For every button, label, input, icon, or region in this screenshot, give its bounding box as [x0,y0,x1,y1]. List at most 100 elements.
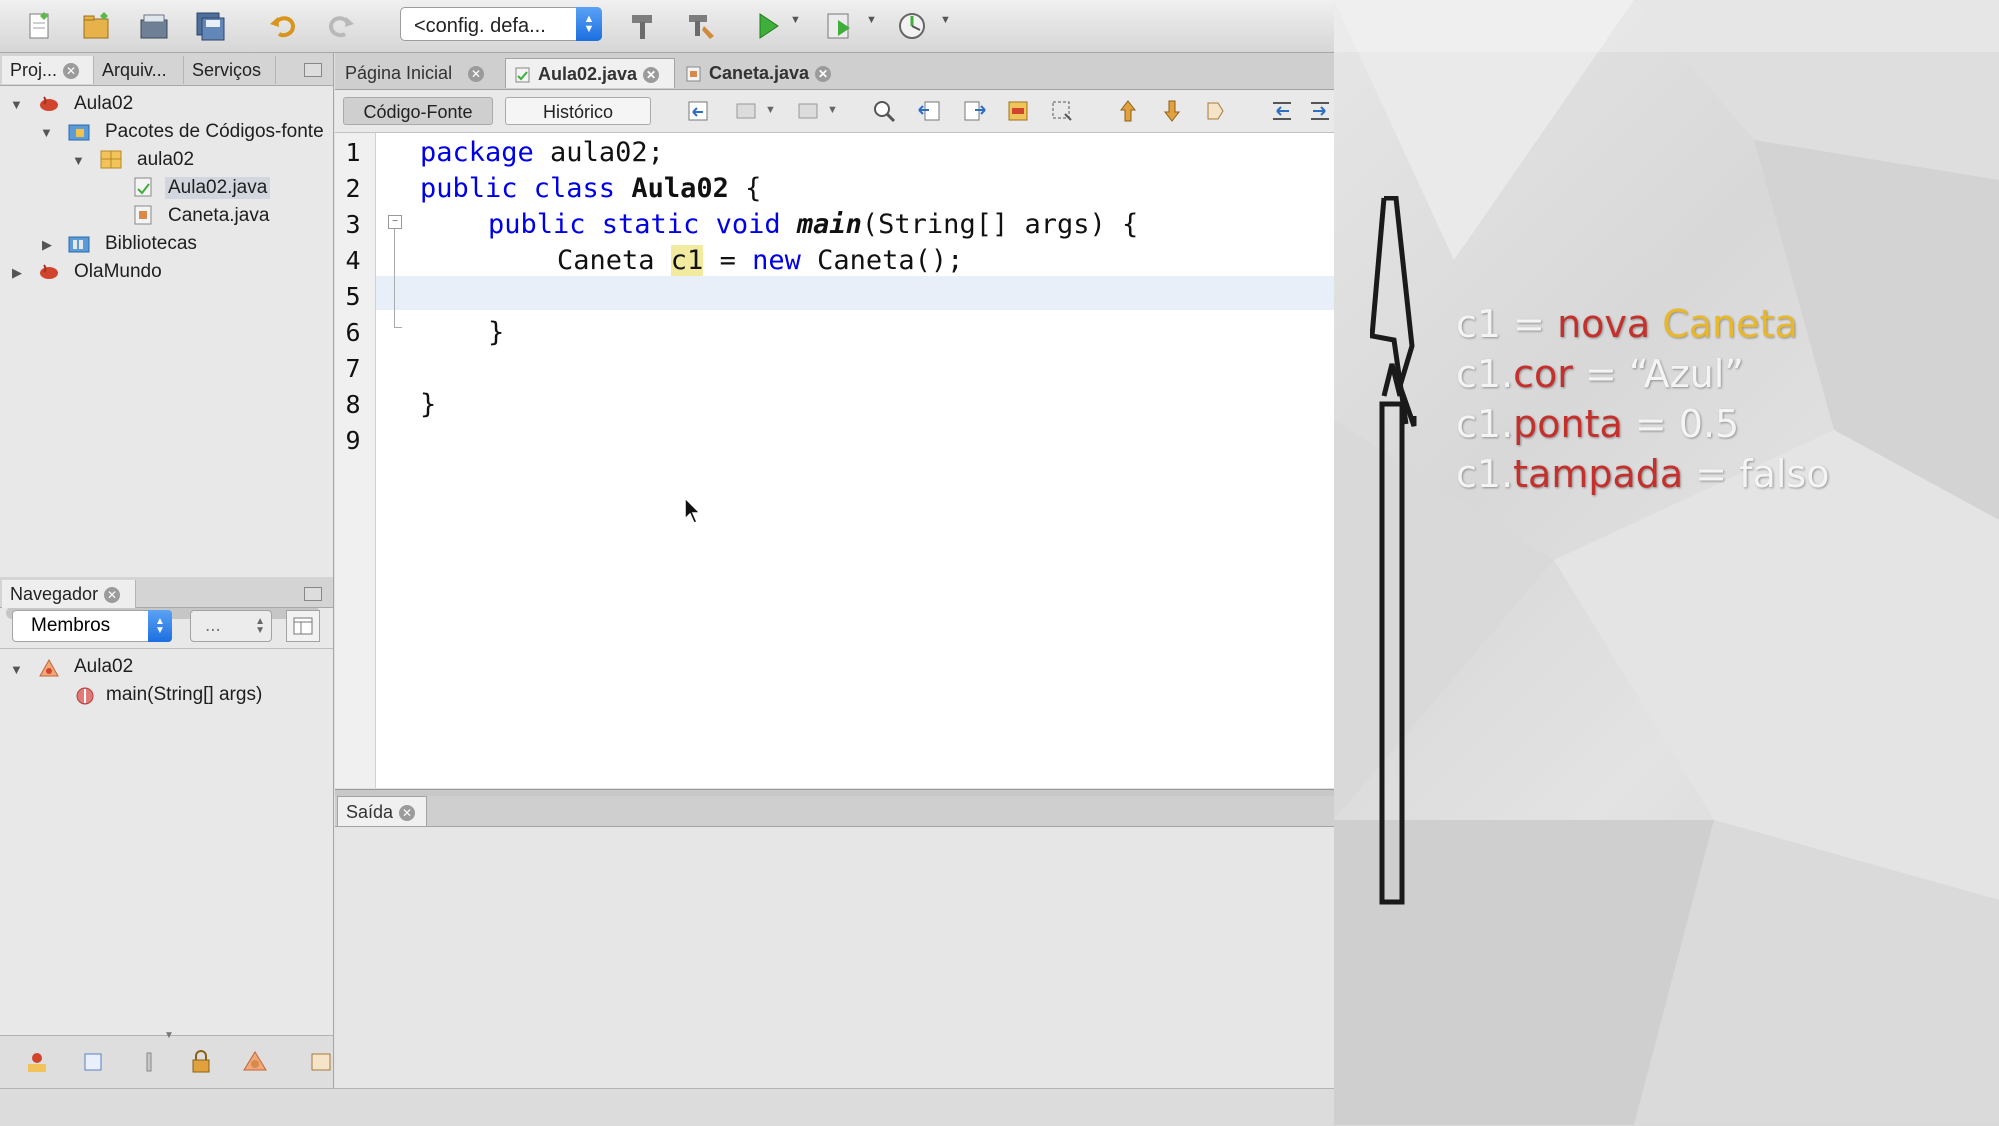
tree-item-libraries[interactable]: Bibliotecas [105,233,197,255]
collapse-triangle-icon[interactable]: ▶ [42,237,52,253]
close-icon[interactable]: ✕ [63,63,80,80]
line-number: 8 [345,390,361,419]
static-members-icon[interactable] [136,1050,162,1074]
slide-attribute: cor [1513,352,1573,396]
output-panel [335,827,1334,1088]
code-editor[interactable]: 1 2 3 4 5 6 7 8 9 − package aula02; publ… [335,133,1334,788]
back-icon[interactable] [733,98,759,124]
java-file-icon [515,67,530,83]
tab-start-page[interactable]: Página Inicial ✕ [337,58,503,88]
tab-services[interactable]: Serviços [184,56,276,84]
next-bookmark-icon[interactable] [1159,98,1185,124]
close-icon[interactable]: ✕ [643,67,660,84]
profile-dropdown-icon[interactable]: ▼ [940,14,951,26]
java-project-icon [40,96,58,111]
save-all-icon[interactable] [192,8,228,44]
shift-left-icon[interactable] [1269,98,1295,124]
code-brace: } [488,317,505,348]
tab-aula02-java[interactable]: Aula02.java ✕ [505,58,675,88]
last-edit-icon[interactable] [685,98,711,124]
tab-projects[interactable]: Proj... ✕ [2,56,94,84]
close-icon[interactable]: ✕ [468,66,485,83]
slide-line-3: c1.ponta = 0.5 [1456,402,1739,446]
tree-item-caneta-java[interactable]: Caneta.java [168,205,269,227]
debug-dropdown-icon[interactable]: ▼ [866,14,877,26]
inherited-icon[interactable] [242,1050,268,1074]
nav-item-main-method[interactable]: main(String[] args) [106,684,262,706]
minimize-panel-icon[interactable] [304,587,322,601]
profile-icon[interactable] [894,8,930,44]
toggle-bookmark-icon[interactable] [1203,98,1229,124]
expand-triangle-icon[interactable]: ▼ [10,662,23,677]
secondary-dropdown-value: ... [205,615,221,636]
tree-item-aula02-java[interactable]: Aula02.java [165,177,271,199]
minimize-panel-icon[interactable] [304,63,322,77]
tab-navigator[interactable]: Navegador ✕ [2,580,136,608]
tree-item-aula02-package[interactable]: aula02 [137,149,194,171]
tree-item-olamundo[interactable]: OlaMundo [74,261,162,283]
new-file-icon[interactable] [22,8,58,44]
navigator-secondary-dropdown[interactable]: ... ▲ ▼ [190,610,272,642]
toggle-highlight-icon[interactable] [1005,98,1031,124]
line-number: 6 [345,318,361,347]
find-icon[interactable] [871,98,897,124]
expand-triangle-icon[interactable]: ▼ [72,153,85,168]
toggle-rectangular-selection-icon[interactable] [1049,98,1075,124]
expand-triangle-icon[interactable]: ▼ [40,125,53,140]
tab-start-page-label: Página Inicial [345,63,453,83]
previous-bookmark-icon[interactable] [1115,98,1141,124]
faded-toolbar-overlay [1334,0,1999,52]
editor-tab-bar: Página Inicial ✕ Aula02.java ✕ Caneta.java… [335,53,1334,90]
forward-icon[interactable] [795,98,821,124]
config-spinner-icon[interactable]: ▲ ▼ [576,7,602,41]
slide-attribute: tampada [1513,452,1684,496]
tree-item-aula02-project[interactable]: Aula02 [74,93,133,115]
code-line-1: package aula02; [420,137,664,168]
run-dropdown-icon[interactable]: ▼ [790,14,801,26]
navigator-options-button[interactable] [286,610,320,642]
lock-icon[interactable] [188,1050,214,1074]
clean-build-icon[interactable] [684,8,720,44]
fold-guide-end [394,327,402,328]
expand-triangle-icon[interactable]: ▼ [10,97,23,112]
navigator-tab-row: Navegador ✕ [0,577,333,608]
new-project-icon[interactable] [78,8,114,44]
close-icon[interactable]: ✕ [104,587,121,604]
code-text: Caneta(); [800,245,964,276]
slide-value: = “Azul” [1572,352,1744,396]
config-label: <config. defa... [414,15,546,37]
fold-toggle-icon[interactable]: − [388,215,402,229]
shift-right-icon[interactable] [1307,98,1333,124]
tab-files[interactable]: Arquiv... [94,56,184,84]
tree-item-source-packages[interactable]: Pacotes de Códigos-fonte [105,121,324,143]
line-number: 3 [345,210,361,239]
collapse-triangle-icon[interactable]: ▶ [12,265,22,281]
config-selector[interactable]: <config. defa... ▲ ▼ [400,7,602,41]
close-icon[interactable]: ✕ [399,805,416,822]
slide-var: c1. [1456,352,1514,396]
tab-caneta-java[interactable]: Caneta.java ✕ [677,58,843,88]
hierarchy-icon[interactable] [24,1050,50,1074]
fields-icon[interactable] [80,1050,106,1074]
find-previous-icon[interactable] [917,98,943,124]
nav-item-aula02[interactable]: Aula02 [74,656,133,678]
undo-icon[interactable] [266,8,302,44]
line-number: 4 [345,246,361,275]
splitter-arrow-icon[interactable]: ▼ [164,1030,174,1041]
find-next-icon[interactable] [961,98,987,124]
run-icon[interactable] [750,8,786,44]
members-filter-dropdown[interactable]: Membros ▲ ▼ [12,610,172,642]
debug-icon[interactable] [822,8,858,44]
sort-icon[interactable] [308,1050,334,1074]
forward-dropdown-icon[interactable]: ▼ [827,104,838,116]
history-button[interactable]: Histórico [505,97,651,125]
back-dropdown-icon[interactable]: ▼ [765,104,776,116]
close-icon[interactable]: ✕ [815,66,832,83]
redo-icon[interactable] [322,8,358,44]
build-icon[interactable] [626,8,662,44]
open-project-icon[interactable] [136,8,172,44]
slide-value: = falso [1683,452,1830,496]
tab-output[interactable]: Saída ✕ [337,796,427,826]
source-button[interactable]: Código-Fonte [343,97,493,125]
tab-files-label: Arquiv... [102,60,167,80]
